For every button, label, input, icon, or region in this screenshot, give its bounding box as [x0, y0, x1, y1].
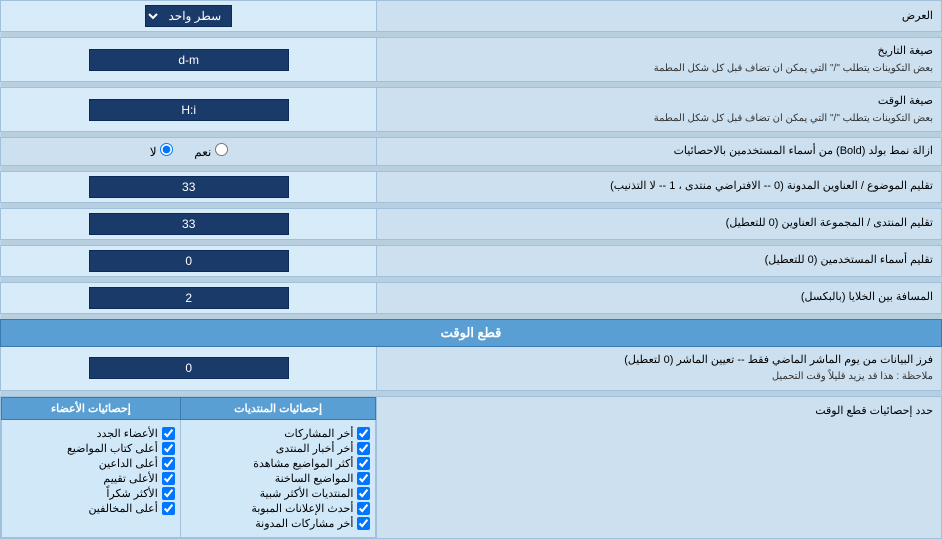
time-cut-title: فرز البيانات من يوم الماشر الماضي فقط --…	[624, 354, 933, 366]
col-member-stats-header: إحصائيات الأعضاء	[2, 397, 181, 419]
cb-forum-3[interactable]	[357, 457, 370, 470]
cb-member-4-row: الأعلى تقييم	[7, 472, 175, 485]
cb-member-3-label: أعلى الداعين	[99, 457, 158, 470]
time-format-cell	[1, 88, 377, 132]
cb-forum-7-label: أخر مشاركات المدونة	[255, 517, 353, 530]
cell-spacing-label: المسافة بين الخلايا (بالبكسل)	[377, 282, 942, 313]
date-format-input[interactable]	[89, 49, 289, 71]
col-forum-stats-header: إحصائيات المنتديات	[180, 397, 376, 419]
cb-member-5[interactable]	[162, 487, 175, 500]
bold-no-label: لا	[150, 145, 173, 159]
forum-stats-col: أخر المشاركات أخر أخبار المنتدى أكثر الم…	[180, 419, 376, 537]
cb-forum-1[interactable]	[357, 427, 370, 440]
time-cut-input[interactable]	[89, 357, 289, 379]
bold-yes-text: نعم	[194, 145, 211, 159]
cb-member-1-row: الأعضاء الجدد	[7, 427, 175, 440]
bold-yes-radio[interactable]	[215, 143, 228, 156]
bold-no-text: لا	[150, 145, 157, 159]
cb-forum-6[interactable]	[357, 502, 370, 515]
bold-no-radio[interactable]	[160, 143, 173, 156]
topics-order-cell	[1, 171, 377, 202]
time-cut-cell	[1, 346, 377, 390]
time-cut-sub: ملاحظة : هذا قد يزيد قليلاً وقت التحميل	[772, 371, 933, 382]
cb-forum-3-row: أكثر المواضيع مشاهدة	[186, 457, 371, 470]
cb-member-4[interactable]	[162, 472, 175, 485]
time-format-sub: بعض التكوينات يتطلب "/" التي يمكن ان تضا…	[654, 113, 933, 124]
cb-member-5-label: الأكثر شكراً	[106, 487, 157, 500]
cb-forum-5[interactable]	[357, 487, 370, 500]
bold-remove-cell: نعم لا	[1, 138, 377, 166]
date-format-cell	[1, 38, 377, 82]
users-order-input[interactable]	[89, 250, 289, 272]
time-cut-label: فرز البيانات من يوم الماشر الماضي فقط --…	[377, 346, 942, 390]
cb-member-6-row: أعلى المخالفين	[7, 502, 175, 515]
time-format-input[interactable]	[89, 99, 289, 121]
cb-forum-6-row: أحدث الإعلانات المبوبة	[186, 502, 371, 515]
time-format-title: صيغة الوقت	[878, 95, 933, 107]
cb-forum-2[interactable]	[357, 442, 370, 455]
cb-member-2[interactable]	[162, 442, 175, 455]
topics-order-label: تقليم الموضوع / العناوين المدونة (0 -- ا…	[377, 171, 942, 202]
time-cut-section-title: قطع الوقت	[1, 319, 942, 346]
stats-columns-cell: إحصائيات المنتديات إحصائيات الأعضاء أخر …	[1, 396, 377, 538]
cb-forum-4[interactable]	[357, 472, 370, 485]
topics-order-input[interactable]	[89, 176, 289, 198]
cb-forum-5-label: المنتديات الأكثر شبية	[260, 487, 354, 500]
users-order-label: تقليم أسماء المستخدمين (0 للتعطيل)	[377, 245, 942, 276]
cb-forum-2-label: أخر أخبار المنتدى	[276, 442, 354, 455]
cb-forum-4-label: المواضيع الساخنة	[275, 472, 354, 485]
date-format-sub: بعض التكوينات يتطلب "/" التي يمكن ان تضا…	[654, 63, 933, 74]
date-format-label: صيغة التاريخ بعض التكوينات يتطلب "/" الت…	[377, 38, 942, 82]
ard-label: العرض	[377, 1, 942, 32]
cb-member-2-label: أعلى كتاب المواضيع	[67, 442, 158, 455]
cb-member-1-label: الأعضاء الجدد	[97, 427, 158, 440]
users-order-cell	[1, 245, 377, 276]
cb-forum-7[interactable]	[357, 517, 370, 530]
time-format-label: صيغة الوقت بعض التكوينات يتطلب "/" التي …	[377, 88, 942, 132]
cell-spacing-cell	[1, 282, 377, 313]
bold-yes-label: نعم	[191, 145, 228, 159]
cb-forum-7-row: أخر مشاركات المدونة	[186, 517, 371, 530]
cb-member-3-row: أعلى الداعين	[7, 457, 175, 470]
date-format-title: صيغة التاريخ	[878, 45, 933, 57]
cb-forum-5-row: المنتديات الأكثر شبية	[186, 487, 371, 500]
cb-forum-2-row: أخر أخبار المنتدى	[186, 442, 371, 455]
satr-wahed-select[interactable]: سطر واحد	[145, 5, 232, 27]
cell-spacing-input[interactable]	[89, 287, 289, 309]
cb-forum-1-row: أخر المشاركات	[186, 427, 371, 440]
bold-remove-label: ازالة نمط بولد (Bold) من أسماء المستخدمي…	[377, 138, 942, 166]
satr-wahed-cell: سطر واحد (function(){ var sel = document…	[1, 1, 377, 32]
cb-member-4-label: الأعلى تقييم	[103, 472, 157, 485]
cb-member-1[interactable]	[162, 427, 175, 440]
cb-member-3[interactable]	[162, 457, 175, 470]
cb-member-6[interactable]	[162, 502, 175, 515]
forum-order-input[interactable]	[89, 213, 289, 235]
cb-forum-3-label: أكثر المواضيع مشاهدة	[253, 457, 353, 470]
forum-order-cell	[1, 208, 377, 239]
stats-limit-label: حدد إحصائيات قطع الوقت	[377, 396, 942, 538]
cb-member-6-label: أعلى المخالفين	[88, 502, 157, 515]
cb-forum-4-row: المواضيع الساخنة	[186, 472, 371, 485]
cb-member-2-row: أعلى كتاب المواضيع	[7, 442, 175, 455]
member-stats-col: الأعضاء الجدد أعلى كتاب المواضيع أعلى ال…	[2, 419, 181, 537]
cb-forum-1-label: أخر المشاركات	[284, 427, 353, 440]
cb-forum-6-label: أحدث الإعلانات المبوبة	[251, 502, 353, 515]
forum-order-label: تقليم المنتدى / المجموعة العناوين (0 للت…	[377, 208, 942, 239]
cb-member-5-row: الأكثر شكراً	[7, 487, 175, 500]
